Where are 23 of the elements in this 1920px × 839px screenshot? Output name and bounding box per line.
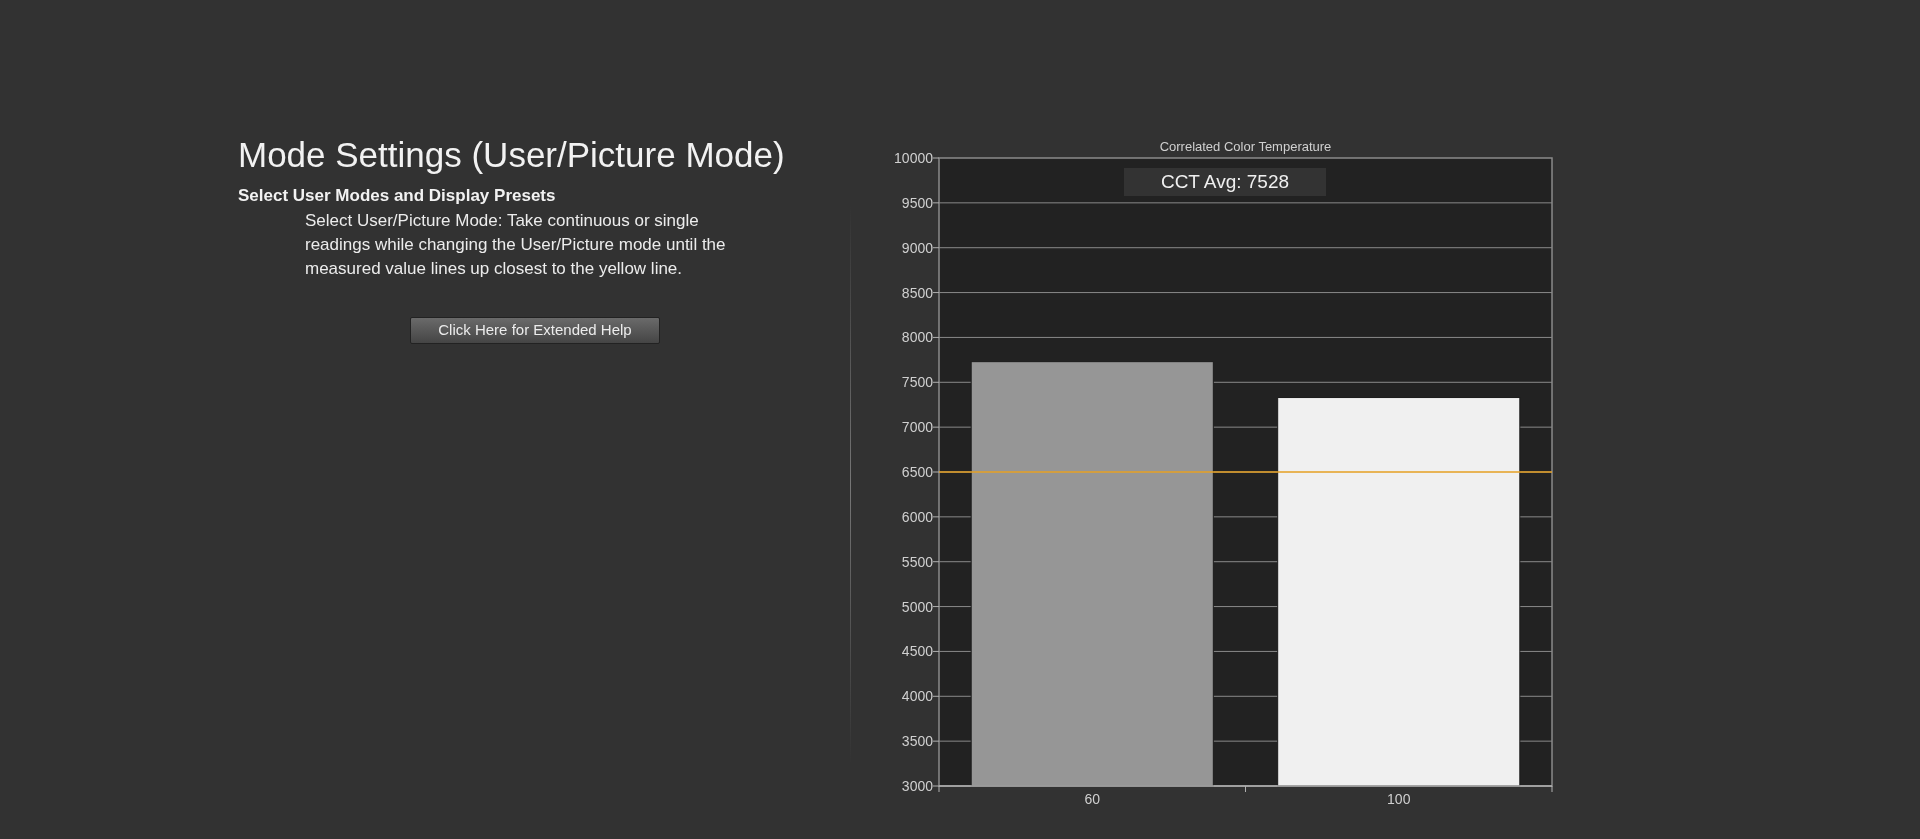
y-tick-label: 7000: [901, 419, 933, 436]
y-tick-label: 5500: [901, 553, 933, 570]
y-tick-label: 10000: [894, 150, 933, 166]
y-tick-label: 8000: [901, 329, 933, 346]
y-tick-label: 8500: [901, 284, 933, 301]
x-tick-label: 100: [1387, 791, 1411, 807]
y-tick-label: 4500: [901, 643, 933, 660]
y-tick-label: 3000: [901, 778, 933, 794]
instructions-text: Select User/Picture Mode: Take continuous or single readings while changing the User/Picture mode until the measured value lines up closest to the yellow line.: [305, 209, 727, 280]
y-tick-label: 6000: [901, 508, 933, 525]
y-tick-label: 9500: [901, 194, 933, 211]
y-tick-label: 9000: [901, 239, 933, 256]
y-tick-label: 7500: [901, 374, 933, 391]
average-label: CCT Avg: 7528: [1124, 168, 1326, 196]
y-tick-label: 5000: [901, 598, 933, 615]
page-title: Mode Settings (User/Picture Mode): [238, 135, 786, 175]
extended-help-button[interactable]: Click Here for Extended Help: [410, 316, 660, 344]
y-tick-label: 6500: [901, 464, 933, 480]
chart-title: Correlated Color Temperature: [1159, 139, 1332, 154]
section-subtitle: Select User Modes and Display Presets: [238, 185, 557, 207]
y-tick-label: 4000: [901, 688, 933, 705]
x-tick-label: 60: [1084, 791, 1101, 807]
y-tick-label: 3500: [901, 733, 933, 750]
